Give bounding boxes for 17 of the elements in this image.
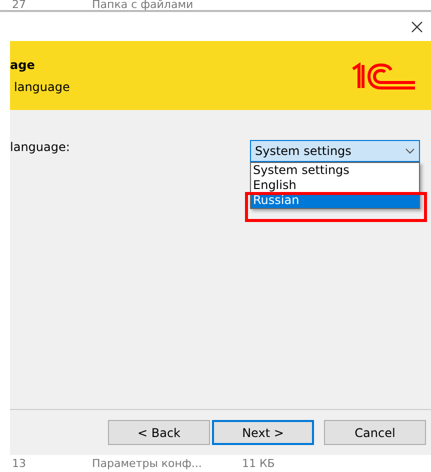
header-subtitle: language	[13, 80, 70, 94]
file-name: Папка с файлами	[92, 0, 194, 11]
row-number: 13	[12, 458, 27, 470]
dropdown-option[interactable]: System settings	[251, 163, 419, 178]
close-icon[interactable]	[411, 20, 423, 32]
logo-icon	[351, 60, 417, 90]
wizard-button[interactable]: Next >	[212, 420, 314, 445]
file-size: 11 КБ	[242, 458, 275, 470]
wizard-button[interactable]: < Back	[108, 420, 210, 445]
header-title: age	[10, 58, 36, 72]
chevron-down-icon	[405, 148, 415, 154]
row-number: 27	[12, 0, 27, 11]
language-dropdown[interactable]: System settings	[250, 140, 420, 162]
language-label: language:	[10, 140, 70, 156]
dropdown-option[interactable]: English	[251, 178, 419, 193]
wizard-button[interactable]: Cancel	[324, 420, 426, 445]
file-name: Параметры конф...	[92, 458, 203, 470]
